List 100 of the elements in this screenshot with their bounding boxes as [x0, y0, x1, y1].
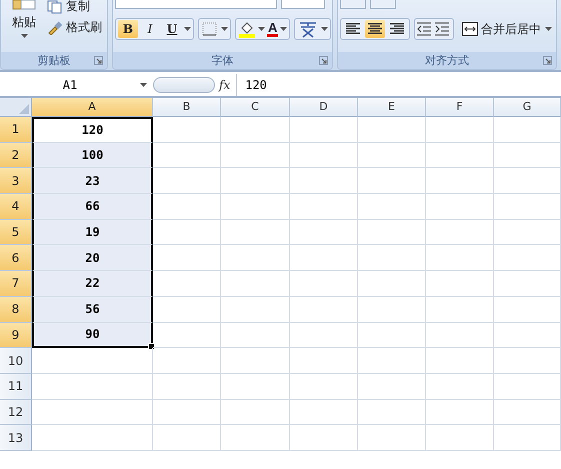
table-cell — [358, 374, 426, 400]
clipboard-icon[interactable] — [11, 0, 37, 10]
insert-function-button[interactable]: fx — [219, 78, 230, 92]
table-cell: 23 — [32, 168, 153, 194]
table-cell — [290, 400, 358, 426]
decrease-indent-icon[interactable] — [417, 22, 433, 36]
border-button[interactable] — [198, 18, 231, 40]
font-name-field[interactable] — [115, 0, 277, 9]
column-header[interactable]: D — [290, 98, 358, 117]
merge-center-button[interactable]: 合并后居中 — [458, 20, 541, 38]
format-painter-button[interactable]: 格式刷 — [47, 19, 102, 36]
table-cell — [290, 374, 358, 400]
row-header[interactable]: 10 — [0, 348, 32, 374]
column-header[interactable]: F — [426, 98, 494, 117]
font-size-field[interactable] — [281, 0, 325, 9]
table-cell — [290, 425, 358, 451]
table-cell — [221, 322, 290, 348]
table-cell — [221, 168, 290, 194]
table-cell — [290, 168, 358, 194]
row-header[interactable]: 2 — [0, 142, 32, 168]
table-cell — [221, 296, 290, 322]
copy-icon — [47, 0, 63, 14]
table-cell — [153, 220, 221, 246]
table-cell — [153, 374, 221, 400]
dialog-launcher-icon[interactable] — [319, 56, 328, 65]
row-header[interactable]: 8 — [0, 296, 32, 322]
caret-icon[interactable] — [140, 83, 147, 87]
underline-button[interactable]: U — [162, 20, 182, 38]
table-cell — [221, 245, 290, 272]
table-cell: 20 — [32, 245, 153, 272]
column-header[interactable]: G — [494, 98, 561, 117]
bold-button[interactable]: B — [118, 20, 138, 38]
table-cell — [426, 271, 494, 297]
table-cell — [426, 220, 494, 246]
align-center-icon — [368, 23, 382, 35]
table-cell — [290, 117, 358, 143]
table-cell — [358, 271, 426, 297]
increase-indent-icon[interactable] — [435, 22, 451, 36]
font-color-button[interactable]: A — [267, 21, 278, 37]
caret-icon[interactable] — [258, 27, 265, 31]
caret-icon[interactable] — [321, 27, 328, 31]
formula-field[interactable]: 120 — [236, 74, 561, 96]
copy-button[interactable]: 复制 — [47, 0, 102, 15]
row-header[interactable]: 5 — [0, 220, 32, 246]
fill-handle[interactable] — [148, 343, 155, 350]
row-header[interactable]: 11 — [0, 374, 32, 400]
caret-icon[interactable] — [20, 34, 28, 38]
formula-divider-handle[interactable] — [153, 77, 215, 93]
caret-icon[interactable] — [545, 27, 552, 31]
table-cell — [358, 142, 426, 168]
table-cell — [153, 117, 221, 143]
corner-triangle-icon — [19, 104, 29, 114]
align-right-icon — [390, 23, 404, 35]
group-label: 字体 — [212, 53, 234, 68]
column-header[interactable]: B — [153, 98, 221, 117]
align-center-button[interactable] — [365, 20, 385, 38]
table-cell — [426, 117, 494, 143]
caret-icon[interactable] — [221, 27, 228, 31]
row-header[interactable]: 6 — [0, 245, 32, 272]
name-box[interactable]: A1 — [0, 78, 140, 92]
row-header[interactable]: 3 — [0, 168, 32, 194]
table-cell — [221, 194, 290, 220]
caret-icon[interactable] — [280, 27, 288, 31]
table-cell — [358, 245, 426, 272]
table-cell — [494, 271, 561, 297]
table-cell — [494, 168, 561, 194]
dialog-launcher-icon[interactable] — [543, 56, 552, 65]
table-cell — [426, 296, 494, 322]
table-cell — [426, 348, 494, 374]
row-header[interactable]: 12 — [0, 400, 32, 426]
row-header[interactable]: 7 — [0, 271, 32, 297]
table-cell — [221, 117, 290, 143]
table-cell — [153, 425, 221, 451]
table-cell — [494, 348, 561, 374]
phonetic-guide-button[interactable] — [294, 18, 332, 40]
table-cell — [290, 348, 358, 374]
italic-button[interactable]: I — [140, 20, 160, 38]
paste-button[interactable]: 粘贴 — [12, 14, 36, 31]
table-cell — [494, 142, 561, 168]
table-cell — [290, 142, 358, 168]
table-cell — [494, 425, 561, 451]
table-cell — [358, 348, 426, 374]
column-header[interactable]: C — [221, 98, 290, 117]
brush-icon — [47, 20, 63, 34]
row-header[interactable]: 4 — [0, 194, 32, 220]
caret-icon[interactable] — [184, 27, 191, 31]
row-header[interactable]: 13 — [0, 425, 32, 451]
column-header[interactable]: E — [358, 98, 426, 117]
table-cell — [494, 400, 561, 426]
dialog-launcher-icon[interactable] — [94, 56, 103, 65]
table-cell — [426, 168, 494, 194]
table-cell — [153, 142, 221, 168]
table-cell — [221, 220, 290, 246]
table-cell: 56 — [32, 296, 153, 322]
row-header[interactable]: 1 — [0, 117, 32, 143]
table-cell — [290, 271, 358, 297]
row-header[interactable]: 9 — [0, 322, 32, 348]
fill-color-icon[interactable] — [238, 20, 256, 38]
column-header[interactable]: A — [32, 98, 153, 117]
table-cell — [426, 245, 494, 272]
